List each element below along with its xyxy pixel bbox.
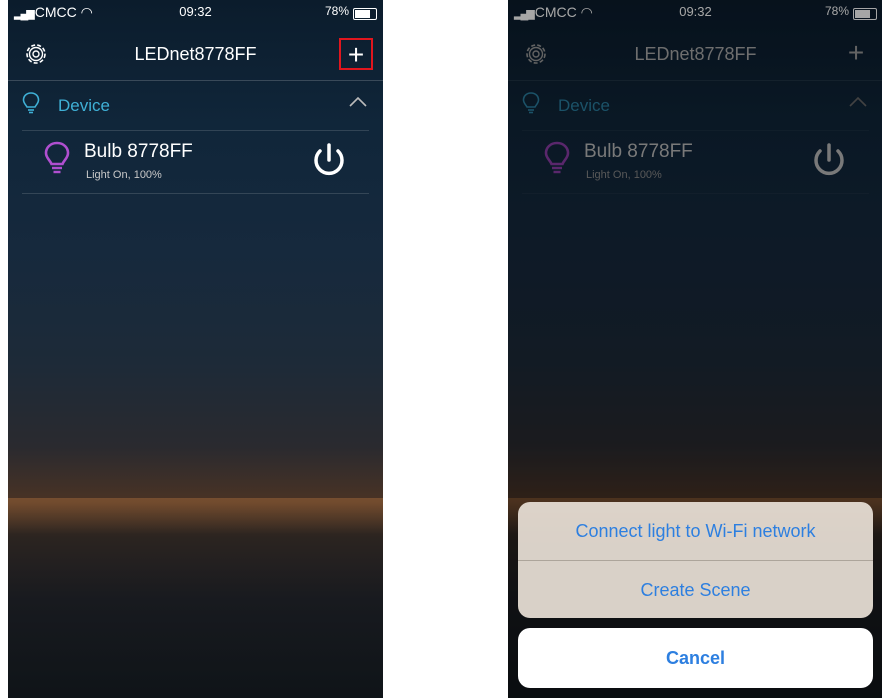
create-scene-button[interactable]: Create Scene xyxy=(518,560,873,618)
status-bar: ▂▄▆ CMCC ◠ 09:32 78% xyxy=(8,0,383,26)
device-status: Light On, 100% xyxy=(586,169,662,181)
device-section-header[interactable]: Device xyxy=(8,90,383,130)
battery-icon xyxy=(853,8,877,20)
lightbulb-outline-icon xyxy=(22,92,40,114)
add-button[interactable]: + xyxy=(339,38,373,70)
horizon-glow xyxy=(8,498,383,534)
navbar: LEDnet8778FF + xyxy=(8,30,383,81)
navbar: LEDnet8778FF + xyxy=(508,30,882,81)
plus-icon: + xyxy=(347,39,365,70)
add-button[interactable]: + xyxy=(839,38,873,70)
power-icon[interactable] xyxy=(809,141,849,181)
phone-screen-action-sheet: ▂▄▆ CMCC ◠ 09:32 78% LEDnet8778FF + Devic… xyxy=(508,0,882,698)
chevron-up-icon[interactable] xyxy=(849,96,867,108)
device-status: Light On, 100% xyxy=(86,169,162,181)
battery-percent: 78% xyxy=(324,4,349,18)
lightbulb-icon xyxy=(544,141,570,174)
action-sheet: Connect light to Wi-Fi network Create Sc… xyxy=(518,502,873,618)
page-title: LEDnet8778FF xyxy=(134,44,257,64)
battery-icon xyxy=(353,8,377,20)
status-bar: ▂▄▆ CMCC ◠ 09:32 78% xyxy=(508,0,882,26)
device-section-header[interactable]: Device xyxy=(508,90,882,130)
section-label: Device xyxy=(558,96,610,115)
lightbulb-icon xyxy=(44,141,70,174)
connect-wifi-button[interactable]: Connect light to Wi-Fi network xyxy=(518,502,873,560)
page-title: LEDnet8778FF xyxy=(634,44,757,64)
device-name: Bulb 8778FF xyxy=(584,141,693,162)
power-icon[interactable] xyxy=(309,141,349,181)
phone-screen-main: ▂▄▆ CMCC ◠ 09:32 78% LEDnet8778FF + Devic… xyxy=(8,0,383,698)
device-row[interactable]: Bulb 8778FF Light On, 100% xyxy=(522,130,869,194)
section-label: Device xyxy=(58,96,110,115)
lightbulb-outline-icon xyxy=(522,92,540,114)
cancel-button[interactable]: Cancel xyxy=(518,628,873,688)
chevron-up-icon[interactable] xyxy=(349,96,367,108)
plus-icon: + xyxy=(847,37,865,68)
device-row[interactable]: Bulb 8778FF Light On, 100% xyxy=(22,130,369,194)
device-name: Bulb 8778FF xyxy=(84,141,193,162)
battery-percent: 78% xyxy=(824,4,849,18)
